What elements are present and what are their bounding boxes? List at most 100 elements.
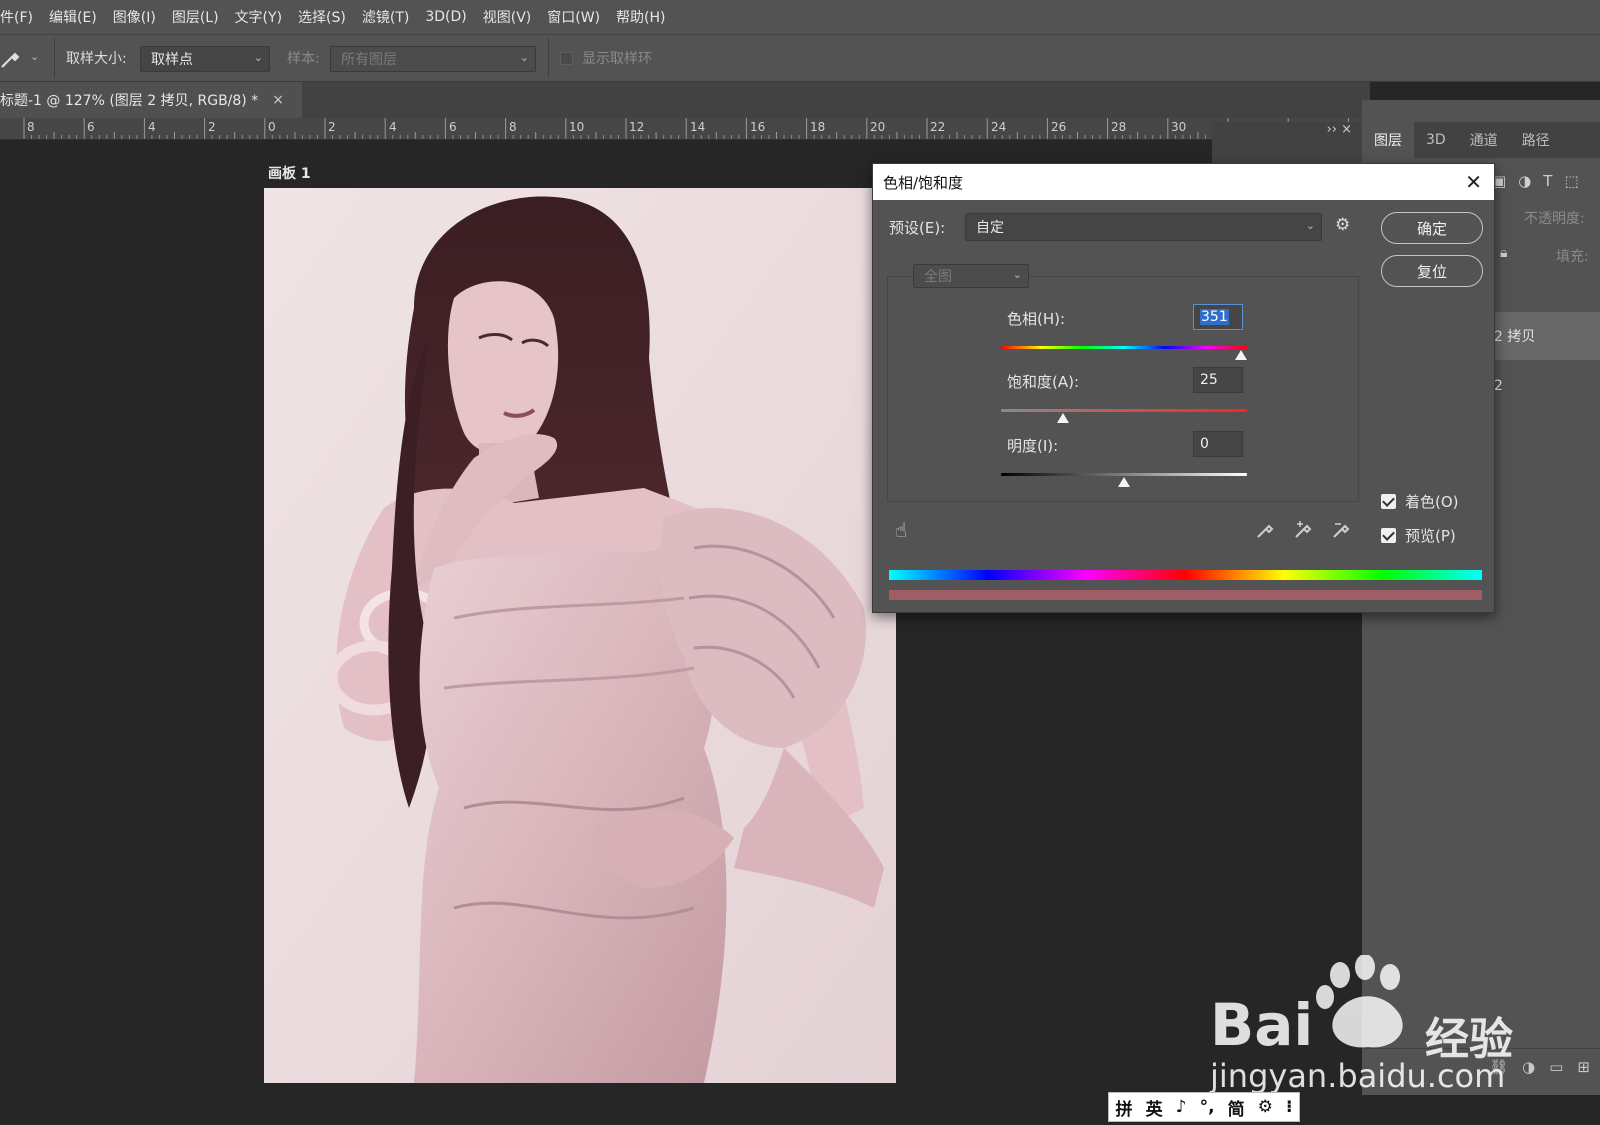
adjustment-filter-icon[interactable]: ◑: [1518, 172, 1531, 194]
menu-window[interactable]: 窗口(W): [539, 7, 608, 27]
ok-button[interactable]: 确定: [1381, 212, 1483, 244]
adjust-group: [887, 276, 1359, 502]
eyedropper-icon[interactable]: [1255, 520, 1275, 544]
baidu-watermark: Bai 经验 jingyan.baidu.com: [1210, 954, 1540, 1095]
menu-file[interactable]: 件(F): [0, 7, 41, 27]
saturation-slider-thumb[interactable]: [1056, 413, 1069, 423]
ime-simplified-icon[interactable]: 简: [1228, 1095, 1245, 1120]
close-icon[interactable]: ×: [272, 92, 284, 108]
layer-row-copy[interactable]: 2 拷贝: [1488, 312, 1600, 360]
menu-filter[interactable]: 滤镜(T): [354, 7, 417, 27]
hue-slider-thumb[interactable]: [1234, 350, 1247, 360]
lightness-slider-track[interactable]: [1001, 473, 1247, 476]
watermark-url: jingyan.baidu.com: [1210, 1057, 1506, 1095]
layers-panel-tabs: 图层 3D 通道 路径: [1362, 122, 1600, 158]
tab-paths[interactable]: 路径: [1510, 122, 1562, 158]
horizontal-ruler: 8 6 4 2 0 2 4 6 8 10 12 14 16 18 20 22 2…: [0, 118, 1370, 140]
preview-checkbox[interactable]: [1381, 528, 1396, 543]
ruler-label: 16: [750, 120, 766, 134]
menu-layer[interactable]: 图层(L): [164, 7, 227, 27]
show-ring-checkbox[interactable]: [560, 52, 573, 65]
tab-3d[interactable]: 3D: [1414, 122, 1458, 158]
saturation-label: 饱和度(A):: [1007, 373, 1080, 391]
tab-channels[interactable]: 通道: [1458, 122, 1510, 158]
lightness-input[interactable]: 0: [1193, 431, 1243, 457]
hue-label: 色相(H):: [1007, 310, 1066, 328]
hue-value: 351: [1200, 309, 1229, 325]
canvas-photo[interactable]: [264, 188, 896, 1083]
menu-3d[interactable]: 3D(D): [417, 9, 474, 25]
channel-value: 全图: [924, 269, 952, 285]
eyedropper-add-icon[interactable]: [1293, 520, 1313, 544]
ruler-label: 2: [328, 120, 336, 134]
reset-button[interactable]: 复位: [1381, 255, 1483, 287]
divider: [548, 38, 549, 78]
ime-english-icon[interactable]: 英: [1146, 1095, 1163, 1120]
eyedropper-tool-icon[interactable]: [0, 46, 22, 70]
ruler-label: 2: [208, 120, 216, 134]
tab-layers[interactable]: 图层: [1362, 122, 1414, 158]
watermark-brand: Bai: [1210, 991, 1314, 1059]
ruler-label: 28: [1111, 120, 1127, 134]
sample-size-dropdown[interactable]: 取样点 ⌄: [140, 46, 270, 72]
ime-settings-icon[interactable]: ⚙: [1258, 1097, 1273, 1117]
saturation-input[interactable]: 25: [1193, 367, 1243, 393]
folder-icon[interactable]: ▭: [1549, 1058, 1563, 1076]
sample-dropdown[interactable]: 所有图层 ⌄: [330, 46, 536, 72]
preview-label: 预览(P): [1405, 527, 1456, 545]
ime-moon-icon[interactable]: ♪: [1176, 1097, 1187, 1117]
saturation-value: 25: [1200, 372, 1218, 388]
new-layer-icon[interactable]: ⊞: [1577, 1058, 1590, 1076]
type-filter-icon[interactable]: T: [1543, 172, 1552, 194]
menu-view[interactable]: 视图(V): [475, 7, 540, 27]
shape-filter-icon[interactable]: ⬚: [1564, 172, 1578, 194]
ime-more-icon[interactable]: ⁝: [1286, 1097, 1292, 1117]
layer-name: 2: [1494, 378, 1503, 394]
show-ring-label: 显示取样环: [582, 51, 652, 67]
menu-select[interactable]: 选择(S): [290, 7, 354, 27]
hue-saturation-dialog: 色相/饱和度 ✕ 预设(E): 自定 ⌄ ⚙ 确定 复位 全图 ⌄ 色相(H):…: [872, 163, 1495, 613]
preset-label: 预设(E):: [889, 219, 946, 237]
hue-slider-track[interactable]: [1001, 346, 1247, 349]
channel-dropdown[interactable]: 全图 ⌄: [913, 264, 1029, 288]
hue-input[interactable]: 351: [1193, 304, 1243, 330]
preset-dropdown[interactable]: 自定 ⌄: [965, 213, 1322, 241]
fill-label: 填充:: [1556, 249, 1589, 265]
collapse-icons[interactable]: ›› ×: [1327, 122, 1352, 137]
chevron-down-icon: ⌄: [253, 51, 263, 64]
photo-image: [264, 188, 896, 1083]
colorize-checkbox[interactable]: [1381, 494, 1396, 509]
ruler-label: 26: [1051, 120, 1067, 134]
collapsed-panel[interactable]: ›› ×: [1212, 122, 1362, 166]
gear-icon[interactable]: ⚙: [1335, 215, 1350, 235]
result-spectrum-bar: [889, 590, 1482, 600]
document-tab[interactable]: 标题-1 @ 127% (图层 2 拷贝, RGB/8) * ×: [0, 82, 302, 118]
eyedropper-subtract-icon[interactable]: [1331, 520, 1351, 544]
preset-value: 自定: [976, 220, 1004, 236]
dialog-title-bar: 色相/饱和度 ✕: [873, 164, 1494, 200]
tool-preset-chevron-icon[interactable]: ⌄: [30, 50, 39, 63]
ime-toolbar: 拼 英 ♪ °, 简 ⚙ ⁝: [1108, 1092, 1300, 1122]
ime-punct-icon[interactable]: °,: [1200, 1097, 1215, 1117]
menu-image[interactable]: 图像(I): [105, 7, 164, 27]
sample-size-label: 取样大小:: [66, 51, 127, 67]
lightness-slider-thumb[interactable]: [1118, 477, 1130, 487]
lightness-label: 明度(I):: [1007, 437, 1059, 455]
saturation-slider-track[interactable]: [1001, 409, 1247, 412]
source-spectrum-bar: [889, 570, 1482, 580]
ruler-label: 14: [690, 120, 706, 134]
close-icon[interactable]: ✕: [1465, 170, 1482, 194]
sample-size-value: 取样点: [151, 52, 193, 68]
lock-icon[interactable]: 🔒︎: [1500, 245, 1507, 261]
hand-adjust-icon[interactable]: ☝: [895, 518, 907, 542]
ruler-ticks: [23, 118, 1364, 139]
layer-filter-icons: ▣ ◑ T ⬚: [1492, 172, 1600, 194]
menu-help[interactable]: 帮助(H): [608, 7, 673, 27]
layer-row[interactable]: 2: [1488, 362, 1600, 410]
ruler-label: 6: [449, 120, 457, 134]
lightness-value: 0: [1200, 436, 1209, 452]
menu-type[interactable]: 文字(Y): [227, 7, 290, 27]
menu-edit[interactable]: 编辑(E): [41, 7, 105, 27]
ruler-label: 0: [268, 120, 276, 134]
ime-pinyin-icon[interactable]: 拼: [1116, 1095, 1133, 1120]
